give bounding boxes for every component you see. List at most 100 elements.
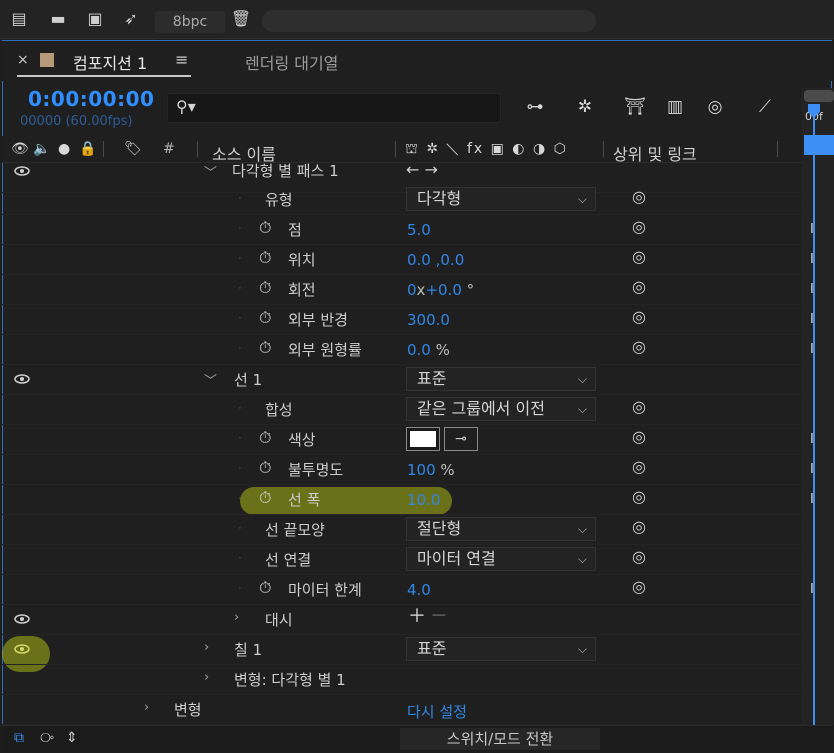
pickwhip-icon[interactable]: ◎ — [632, 337, 646, 356]
shy-layers-icon[interactable]: ⛩ — [622, 96, 648, 118]
property-group-row[interactable]: › 대시 ＋ － — [2, 604, 802, 635]
render-icon[interactable]: ➶ — [120, 10, 142, 28]
property-row[interactable]: · 선 연결 마이터 연결 ⌵ ◎ — [2, 544, 802, 575]
property-row[interactable]: · ⏱ 불투명도 100 % ◎ — [2, 454, 802, 485]
video-eye-icon[interactable]: 👁 — [11, 141, 29, 157]
stopwatch-icon[interactable]: ⏱ — [259, 578, 271, 598]
collapse-arrow-icon[interactable]: ﹀ — [204, 162, 217, 181]
property-value[interactable]: 0.0 ,0.0 — [407, 251, 464, 269]
trash-icon[interactable]: 🗑 — [230, 10, 252, 28]
pickwhip-icon[interactable]: ◎ — [632, 577, 646, 596]
pickwhip-icon[interactable]: ◎ — [632, 277, 646, 296]
eye-icon[interactable] — [14, 644, 30, 654]
keyframe-marker[interactable]: I — [810, 432, 814, 447]
property-group-row[interactable]: ﹀ 선 1 표준 ⌵ — [2, 364, 802, 395]
property-row[interactable]: · 합성 같은 그룹에서 이전 ⌵ ◎ — [2, 394, 802, 425]
line-cap-dropdown[interactable]: 절단형 ⌵ — [406, 517, 596, 541]
property-row[interactable]: · ⏱ 외부 반경 300.0 ◎ — [2, 304, 802, 335]
lock-icon[interactable]: 🔒 — [79, 141, 96, 157]
eye-icon[interactable] — [14, 166, 30, 176]
property-row[interactable]: · ⏱ 선 폭 10.0 ◎ — [2, 484, 802, 515]
property-value[interactable]: 10.0 — [407, 491, 440, 509]
stopwatch-icon[interactable]: ⏱ — [259, 248, 271, 268]
property-group-row[interactable]: › 칠 1 표준 ⌵ — [2, 634, 802, 665]
stopwatch-icon[interactable]: ⏱ — [259, 488, 271, 508]
reset-link[interactable]: 다시 설정 — [407, 701, 467, 722]
composition-icon[interactable]: ▣ — [84, 10, 106, 28]
line-join-dropdown[interactable]: 마이터 연결 ⌵ — [406, 547, 596, 571]
pickwhip-icon[interactable]: ◎ — [632, 217, 646, 236]
keyframe-marker[interactable]: I — [810, 252, 814, 267]
remove-dash-icon[interactable]: － — [430, 607, 448, 627]
layer-switches-icon[interactable]: ⧉ — [14, 730, 24, 746]
property-value[interactable]: 300.0 — [407, 311, 450, 329]
property-row[interactable]: · 유형 다각형 ⌵ ◎ — [2, 184, 802, 215]
property-row[interactable]: · ⏱ 회전 0x+0.0 ° ◎ — [2, 274, 802, 305]
expand-arrow-icon[interactable]: › — [204, 640, 209, 655]
pickwhip-icon[interactable]: ◎ — [632, 307, 646, 326]
project-panel-icon[interactable]: ▤ — [8, 10, 30, 28]
graph-editor-icon[interactable]: ⟋ — [752, 96, 778, 118]
property-group-row[interactable]: › 변형 다시 설정 — [2, 694, 802, 725]
composite-dropdown[interactable]: 같은 그룹에서 이전 ⌵ — [406, 397, 596, 421]
stopwatch-icon[interactable]: ⏱ — [259, 428, 271, 448]
keyframe-marker[interactable]: I — [810, 282, 814, 297]
keyframe-marker[interactable]: I — [810, 312, 814, 327]
stopwatch-icon[interactable]: ⏱ — [259, 458, 271, 478]
frame-blending-icon[interactable]: ▥ — [662, 96, 688, 118]
label-tag-icon[interactable]: 🏷 — [124, 141, 142, 157]
keyframe-marker[interactable]: I — [810, 582, 814, 597]
color-swatch-frame[interactable] — [406, 427, 440, 451]
transfer-controls-icon[interactable]: ⧂ — [40, 730, 54, 746]
path-direction-toggle[interactable]: ← → — [406, 160, 438, 179]
current-timecode[interactable]: 0:00:00:00 — [28, 87, 154, 111]
keyframe-marker[interactable]: I — [810, 492, 814, 507]
bit-depth-button[interactable]: 8bpc — [155, 11, 225, 33]
property-row[interactable]: · 선 끝모양 절단형 ⌵ ◎ — [2, 514, 802, 545]
folder-icon[interactable]: ▬ — [47, 10, 69, 28]
close-tab-icon[interactable]: × — [17, 52, 29, 68]
property-row[interactable]: · ⏱ 점 5.0 ◎ — [2, 214, 802, 245]
property-value[interactable]: 5.0 — [407, 221, 431, 239]
collapse-arrow-icon[interactable]: ﹀ — [204, 370, 217, 389]
add-dash-icon[interactable]: ＋ — [408, 607, 426, 627]
type-dropdown[interactable]: 다각형 ⌵ — [406, 187, 596, 211]
layer-search-input[interactable] — [167, 93, 501, 123]
tab-menu-icon[interactable]: ≡ — [175, 50, 188, 69]
property-group-row[interactable]: › 변형: 다각형 별 1 — [2, 664, 802, 695]
top-search-field[interactable] — [262, 10, 596, 32]
pickwhip-icon[interactable]: ◎ — [632, 427, 646, 446]
playhead-line[interactable] — [813, 115, 815, 725]
in-out-panes-icon[interactable]: ⇕ — [66, 730, 78, 746]
keyframe-marker[interactable]: I — [810, 342, 814, 357]
property-value[interactable]: 100 % — [407, 461, 455, 479]
comp-flowchart-icon[interactable]: ⊶ — [522, 96, 548, 118]
rotation-degrees[interactable]: +0.0 — [425, 281, 461, 299]
eye-icon[interactable] — [14, 374, 30, 384]
property-row[interactable]: · ⏱ 외부 원형률 0.0 % ◎ — [2, 334, 802, 365]
fill-blend-dropdown[interactable]: 표준 ⌵ — [406, 637, 596, 661]
keyframe-marker[interactable]: I — [810, 462, 814, 477]
audio-icon[interactable]: 🔈 — [33, 141, 50, 157]
expand-arrow-icon[interactable]: › — [144, 700, 149, 715]
pickwhip-icon[interactable]: ◎ — [632, 397, 646, 416]
keyframe-marker[interactable]: I — [810, 222, 814, 237]
timeline-track-area[interactable] — [802, 88, 834, 725]
pickwhip-icon[interactable]: ◎ — [632, 457, 646, 476]
draft-3d-icon[interactable]: ✲ — [572, 96, 598, 118]
pickwhip-icon[interactable]: ◎ — [632, 247, 646, 266]
eyedropper-icon[interactable]: ⊸ — [444, 427, 478, 451]
pickwhip-icon[interactable]: ◎ — [632, 517, 646, 536]
property-value[interactable]: 4.0 — [407, 581, 431, 599]
stroke-blend-dropdown[interactable]: 표준 ⌵ — [406, 367, 596, 391]
color-swatch[interactable] — [410, 431, 436, 447]
expand-arrow-icon[interactable]: › — [204, 670, 209, 685]
pickwhip-icon[interactable]: ◎ — [632, 187, 646, 206]
tab-composition[interactable]: 컴포지션 1 — [73, 50, 147, 74]
property-row[interactable]: · ⏱ 위치 0.0 ,0.0 ◎ — [2, 244, 802, 275]
tab-render-queue[interactable]: 렌더링 대기열 — [245, 50, 338, 74]
solo-icon[interactable]: ● — [58, 141, 70, 157]
switches-icons[interactable]: ⛫ ✲ ⟍ fx ▣ ◐ ◑ ⬡ — [405, 141, 568, 159]
stopwatch-icon[interactable]: ⏱ — [259, 278, 271, 298]
property-row[interactable]: · ⏱ 색상 ⊸ ◎ — [2, 424, 802, 455]
